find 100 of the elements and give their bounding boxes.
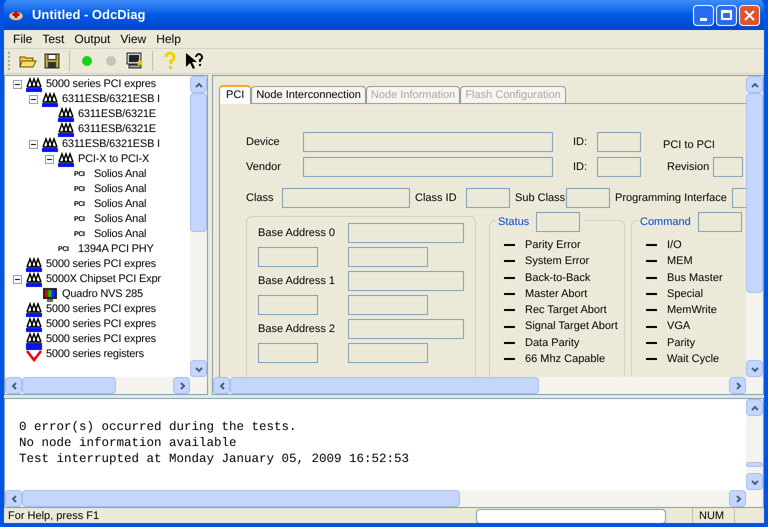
tree-item[interactable]: 5000 series PCI expres xyxy=(46,316,156,333)
text-field[interactable] xyxy=(466,188,510,208)
field-label: PCI to PCI xyxy=(663,138,715,153)
dot-icon[interactable] xyxy=(81,55,93,67)
tree-item[interactable]: 5000X Chipset PCI Expr xyxy=(46,271,161,288)
flag-indicator xyxy=(646,244,657,246)
text-field[interactable] xyxy=(348,271,464,291)
horizontal-scrollbar[interactable] xyxy=(5,377,190,394)
tree-item[interactable]: Solios Anal xyxy=(94,181,146,198)
horizontal-scrollbar[interactable] xyxy=(213,377,746,394)
tree-item[interactable]: 6311ESB/6321E xyxy=(78,121,156,138)
close-button[interactable] xyxy=(739,4,760,26)
status-message: For Help, press F1 xyxy=(8,509,100,523)
computer-icon[interactable] xyxy=(126,52,144,70)
scroll-thumb[interactable] xyxy=(230,377,540,394)
minimize-button[interactable] xyxy=(693,4,714,26)
text-field[interactable] xyxy=(258,295,318,315)
tree-item[interactable]: 6311ESB/6321ESB I xyxy=(62,136,160,153)
flag-label: Master Abort xyxy=(525,286,588,302)
tree-item[interactable]: Solios Anal xyxy=(94,226,146,243)
tree-item[interactable]: 5000 series PCI expres xyxy=(46,301,156,318)
flag-indicator xyxy=(504,260,515,262)
text-field[interactable] xyxy=(348,343,428,363)
num-lock-indicator: NUM xyxy=(692,508,732,523)
scroll-thumb[interactable] xyxy=(22,377,116,394)
flag-label: VGA xyxy=(667,319,690,334)
menu-item[interactable]: Test xyxy=(37,30,70,48)
scroll-thumb[interactable] xyxy=(746,462,763,468)
menu-item[interactable]: Help xyxy=(151,30,186,48)
text-field[interactable] xyxy=(698,212,742,232)
scroll-thumb[interactable] xyxy=(746,93,763,294)
vertical-scrollbar[interactable] xyxy=(746,76,763,377)
scroll-thumb[interactable] xyxy=(190,93,207,232)
monitor-icon xyxy=(42,287,58,302)
text-field[interactable] xyxy=(348,295,428,315)
text-field[interactable] xyxy=(566,188,610,208)
text-field[interactable] xyxy=(597,132,641,152)
bridge-icon xyxy=(42,92,58,107)
text-field[interactable] xyxy=(258,247,318,267)
flag-label: Parity xyxy=(667,336,696,351)
bridge-icon xyxy=(58,122,74,137)
scroll-thumb[interactable] xyxy=(22,490,460,507)
text-field[interactable] xyxy=(348,319,464,339)
field-label: Class ID xyxy=(415,190,458,206)
text-field[interactable] xyxy=(597,157,641,177)
text-field[interactable] xyxy=(282,188,410,208)
tree-item[interactable]: 5000 series registers xyxy=(46,346,144,363)
flag-label: Rec Target Abort xyxy=(525,303,607,318)
menu-item[interactable]: Output xyxy=(69,30,116,48)
tree-item[interactable]: 6311ESB/6321ESB I xyxy=(62,91,160,108)
text-field[interactable] xyxy=(348,223,464,243)
bridge-icon xyxy=(58,107,74,122)
text-field[interactable] xyxy=(303,132,553,152)
tree-item[interactable]: Solios Anal xyxy=(94,196,146,213)
tree-item[interactable]: Quadro NVS 285 xyxy=(62,286,143,303)
flag-indicator xyxy=(504,342,515,344)
text-field[interactable] xyxy=(348,247,428,267)
app-icon xyxy=(8,9,24,21)
field-label: ID: xyxy=(573,160,588,175)
flag-label: System Error xyxy=(525,254,590,270)
menu-item[interactable]: File xyxy=(8,30,38,48)
flag-label: Back-to-Back xyxy=(525,270,590,286)
text-field[interactable] xyxy=(713,157,744,177)
bridge-icon xyxy=(26,257,42,272)
flag-indicator xyxy=(646,260,657,262)
tab[interactable]: Node Interconnection xyxy=(251,86,366,103)
tab[interactable]: PCI xyxy=(219,85,252,104)
bridge-icon xyxy=(26,332,42,347)
bridge-icon xyxy=(26,302,42,317)
tree-item[interactable]: 5000 series PCI expres xyxy=(46,76,156,93)
tree-item[interactable]: 5000 series PCI expres xyxy=(46,331,156,348)
flag-label: Data Parity xyxy=(525,336,580,351)
text-field[interactable] xyxy=(536,212,580,232)
group-title: Status xyxy=(497,214,530,230)
bridge-icon xyxy=(26,272,42,287)
collapse-icon[interactable] xyxy=(45,155,54,164)
collapse-icon[interactable] xyxy=(29,140,38,149)
pointer-question-icon[interactable] xyxy=(184,52,204,70)
tree-item[interactable]: PCI-X to PCI-X xyxy=(78,151,150,168)
tree-item[interactable]: 5000 series PCI expres xyxy=(46,256,156,273)
collapse-icon[interactable] xyxy=(29,95,38,104)
vertical-scrollbar[interactable] xyxy=(746,399,763,490)
flag-label: I/O xyxy=(667,238,682,253)
tree-item[interactable]: Solios Anal xyxy=(94,211,146,228)
menu-item[interactable]: View xyxy=(115,30,152,48)
question-mark-icon[interactable] xyxy=(164,52,176,70)
tree-item[interactable]: 6311ESB/6321E xyxy=(78,106,156,123)
maximize-button[interactable] xyxy=(716,4,737,26)
vertical-scrollbar[interactable] xyxy=(190,76,207,377)
collapse-icon[interactable] xyxy=(13,275,22,284)
tree-item[interactable]: Solios Anal xyxy=(94,166,146,183)
field-label: Base Address 0 xyxy=(258,226,336,241)
field-label: Class xyxy=(246,190,275,206)
text-field[interactable] xyxy=(303,157,553,177)
horizontal-scrollbar[interactable] xyxy=(5,490,746,507)
tree-item[interactable]: 1394A PCI PHY xyxy=(78,241,154,258)
collapse-icon[interactable] xyxy=(13,80,22,89)
field-label: ID: xyxy=(573,134,588,150)
v-mark-icon xyxy=(26,347,42,362)
text-field[interactable] xyxy=(258,343,318,363)
